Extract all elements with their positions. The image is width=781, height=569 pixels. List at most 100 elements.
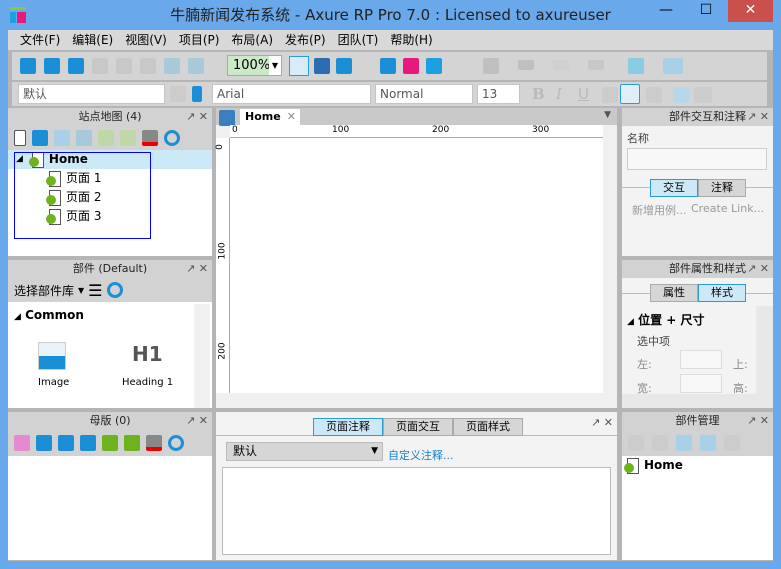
outdent-icon[interactable] xyxy=(124,435,140,451)
tab-page-interactions[interactable]: 页面交互 xyxy=(383,418,453,436)
panel-controls[interactable]: ↗ ✕ xyxy=(747,260,769,278)
font-select[interactable]: Arial xyxy=(212,84,371,104)
design-canvas[interactable] xyxy=(230,138,603,393)
create-link-link[interactable]: Create Link... xyxy=(691,202,764,215)
connect-mode-icon[interactable] xyxy=(314,58,330,74)
open-folder-icon[interactable] xyxy=(44,58,60,74)
publish-icon[interactable] xyxy=(403,58,419,74)
panel-controls[interactable]: ↗ ✕ xyxy=(591,416,613,429)
tab-notes[interactable]: 注释 xyxy=(698,179,746,197)
canvas-vertical-scrollbar[interactable] xyxy=(603,138,617,393)
move-up-icon[interactable] xyxy=(676,435,692,451)
menu-help[interactable]: 帮助(H) xyxy=(384,30,438,50)
add-page-icon[interactable] xyxy=(14,130,26,146)
format-painter-icon[interactable] xyxy=(170,86,186,102)
menu-publish[interactable]: 发布(P) xyxy=(279,30,332,50)
add-master-icon[interactable] xyxy=(14,435,30,451)
panel-controls[interactable]: ↗ ✕ xyxy=(747,108,769,126)
properties-vertical-scrollbar[interactable] xyxy=(756,306,773,394)
paste-icon[interactable] xyxy=(140,58,156,74)
italic-button[interactable]: I xyxy=(556,85,562,103)
menu-view[interactable]: 视图(V) xyxy=(119,30,173,50)
menu-icon[interactable]: ☰ xyxy=(88,281,102,300)
width-input[interactable] xyxy=(680,374,722,393)
delete-page-icon[interactable] xyxy=(142,130,158,146)
select-mode-button[interactable] xyxy=(289,56,309,76)
bullet-list-icon[interactable] xyxy=(673,87,689,103)
custom-notes-link[interactable]: 自定义注释... xyxy=(388,447,454,463)
fill-color-icon[interactable] xyxy=(628,58,644,74)
tab-properties[interactable]: 属性 xyxy=(650,284,698,302)
save-icon[interactable] xyxy=(68,58,84,74)
link-icon[interactable] xyxy=(694,87,712,103)
redo-icon[interactable] xyxy=(188,58,204,74)
tab-page-style[interactable]: 页面样式 xyxy=(453,418,523,436)
menu-arrange[interactable]: 布局(A) xyxy=(225,30,279,50)
add-folder-icon[interactable] xyxy=(32,130,48,146)
delete-icon[interactable] xyxy=(724,435,740,451)
tab-home[interactable]: Home ✕ xyxy=(240,109,300,125)
notes-textarea[interactable] xyxy=(222,467,611,555)
move-up-icon[interactable] xyxy=(58,435,74,451)
image-widget-icon[interactable] xyxy=(38,342,66,370)
preview-icon[interactable] xyxy=(380,58,396,74)
align-left-icon[interactable] xyxy=(602,87,618,103)
notes-select[interactable]: 默认 ▼ xyxy=(226,442,383,461)
panel-controls[interactable]: ↗ ✕ xyxy=(186,108,208,126)
menu-project[interactable]: 项目(P) xyxy=(173,30,226,50)
font-size-select[interactable]: 13 xyxy=(477,84,520,104)
add-case-link[interactable]: 新增用例... xyxy=(632,202,687,218)
collapse-icon[interactable]: ◢ xyxy=(14,312,21,322)
outdent-icon[interactable] xyxy=(120,130,136,146)
close-tab-icon[interactable]: ✕ xyxy=(287,109,296,125)
move-down-icon[interactable] xyxy=(76,130,92,146)
connector-icon[interactable] xyxy=(336,58,352,74)
properties-horizontal-scrollbar[interactable] xyxy=(622,394,773,408)
copy-icon[interactable] xyxy=(652,435,668,451)
library-select[interactable]: 选择部件库 xyxy=(14,282,74,299)
tab-style[interactable]: 样式 xyxy=(698,284,746,302)
panel-controls[interactable]: ↗ ✕ xyxy=(747,412,769,430)
copy-icon[interactable] xyxy=(116,58,132,74)
indent-icon[interactable] xyxy=(102,435,118,451)
search-icon[interactable] xyxy=(164,130,180,146)
underline-button[interactable]: U xyxy=(578,85,589,103)
tab-page-notes[interactable]: 页面注释 xyxy=(313,418,383,436)
close-button[interactable]: ✕ xyxy=(728,0,773,22)
sitemap-toggle-icon[interactable] xyxy=(219,110,235,126)
style-select[interactable]: 默认 xyxy=(18,84,165,104)
add-icon[interactable] xyxy=(628,435,644,451)
bold-button[interactable]: B xyxy=(532,85,545,103)
align-center-icon[interactable] xyxy=(620,84,640,104)
menu-team[interactable]: 团队(T) xyxy=(332,30,385,50)
border-color-icon[interactable] xyxy=(483,58,499,74)
tab-interactions[interactable]: 交互 xyxy=(650,179,698,197)
delete-master-icon[interactable] xyxy=(146,435,162,451)
name-input[interactable] xyxy=(627,148,767,170)
arrow-style-icon[interactable] xyxy=(588,60,604,70)
new-file-icon[interactable] xyxy=(20,58,36,74)
add-folder-icon[interactable] xyxy=(36,435,52,451)
menu-file[interactable]: 文件(F) xyxy=(14,30,66,50)
indent-icon[interactable] xyxy=(98,130,114,146)
widgets-scrollbar[interactable] xyxy=(194,304,210,408)
line-style-icon[interactable] xyxy=(553,60,569,70)
move-down-icon[interactable] xyxy=(700,435,716,451)
canvas-horizontal-scrollbar[interactable] xyxy=(230,393,603,406)
undo-icon[interactable] xyxy=(164,58,180,74)
search-icon[interactable] xyxy=(106,282,123,298)
panel-controls[interactable]: ↗ ✕ xyxy=(186,412,208,430)
maximize-button[interactable]: ☐ xyxy=(688,0,724,22)
heading-widget-icon[interactable]: H1 xyxy=(132,342,163,366)
shadow-icon[interactable] xyxy=(663,58,683,74)
align-right-icon[interactable] xyxy=(646,87,662,103)
search-icon[interactable] xyxy=(168,435,184,451)
generate-icon[interactable] xyxy=(426,58,442,74)
left-input[interactable] xyxy=(680,350,722,369)
move-up-icon[interactable] xyxy=(54,130,70,146)
tab-list-icon[interactable]: ▼ xyxy=(604,110,611,120)
minimize-button[interactable]: — xyxy=(648,0,684,22)
line-width-icon[interactable] xyxy=(518,60,534,70)
move-down-icon[interactable] xyxy=(80,435,96,451)
zoom-select[interactable]: 100% ▼ xyxy=(227,55,282,76)
